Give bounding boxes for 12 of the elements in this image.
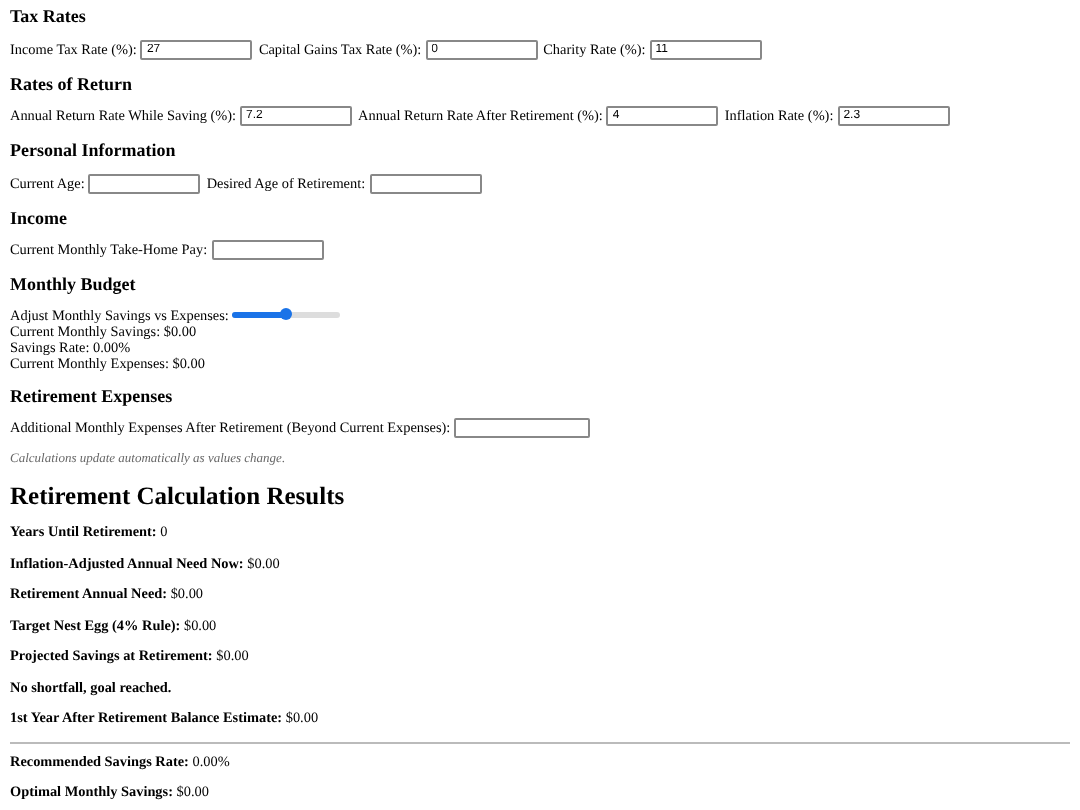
section-heading: Income	[10, 207, 69, 227]
input-field[interactable]	[454, 418, 591, 438]
input-field[interactable]	[211, 240, 324, 260]
section-heading: Personal Information	[10, 140, 178, 160]
slider[interactable]	[232, 312, 341, 318]
section-heading: Rates of Return	[10, 73, 134, 93]
section-heading: Monthly Budget	[10, 274, 138, 294]
input-field[interactable]	[369, 173, 482, 193]
section-heading: Retirement Expenses	[10, 385, 175, 405]
input-field[interactable]	[88, 173, 201, 193]
section-heading: Tax Rates	[10, 6, 88, 26]
results-heading: Retirement Calculation Results	[10, 482, 347, 512]
